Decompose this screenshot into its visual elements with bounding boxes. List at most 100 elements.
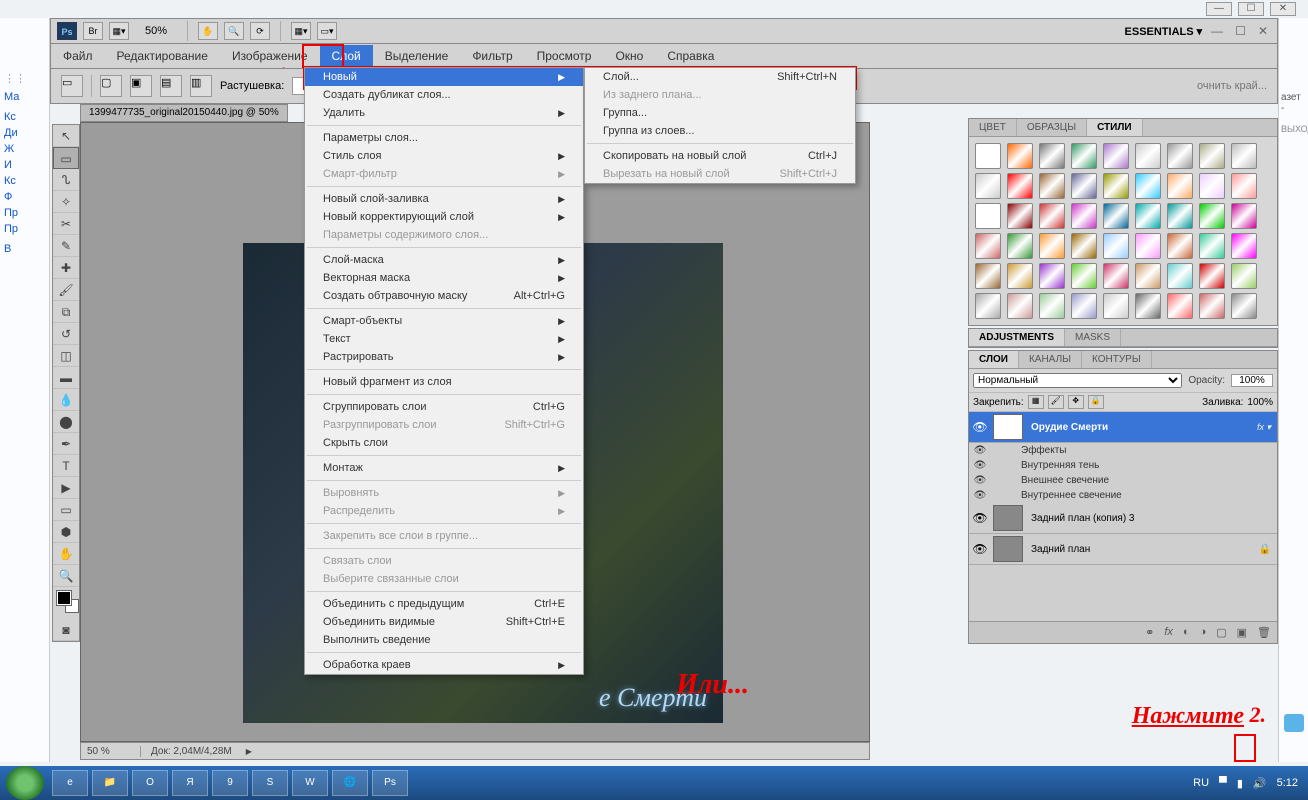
- menu-item[interactable]: Удалить▶: [305, 104, 583, 122]
- bridge-icon[interactable]: Br: [83, 22, 103, 40]
- panel-tab[interactable]: MASKS: [1065, 329, 1121, 346]
- style-swatch[interactable]: [1135, 203, 1161, 229]
- move-tool-icon[interactable]: ↖: [53, 125, 79, 147]
- taskbar-app[interactable]: 🌐: [332, 770, 368, 796]
- fill-value[interactable]: 100%: [1247, 397, 1273, 408]
- style-swatch[interactable]: [1007, 203, 1033, 229]
- zoom-tool-icon[interactable]: 🔍: [53, 565, 79, 587]
- style-swatch[interactable]: [1231, 173, 1257, 199]
- style-swatch[interactable]: [1103, 233, 1129, 259]
- style-swatch[interactable]: [1007, 143, 1033, 169]
- lock-all-icon[interactable]: 🔒: [1088, 395, 1104, 409]
- style-swatch[interactable]: [1199, 263, 1225, 289]
- selection-add-icon[interactable]: ▣: [130, 75, 152, 97]
- menu-item[interactable]: Скрыть слои: [305, 434, 583, 452]
- ps-close-icon[interactable]: ✕: [1255, 24, 1271, 38]
- status-zoom[interactable]: 50 %: [81, 746, 141, 757]
- menu-редактирование[interactable]: Редактирование: [105, 45, 220, 67]
- opacity-value[interactable]: 100%: [1231, 374, 1273, 387]
- zoom-tool-icon[interactable]: 🔍: [224, 22, 244, 40]
- lock-position-icon[interactable]: ✥: [1068, 395, 1084, 409]
- taskbar-app[interactable]: e: [52, 770, 88, 796]
- style-swatch[interactable]: [1167, 203, 1193, 229]
- document-tab[interactable]: 1399477735_original20150440.jpg @ 50%: [80, 104, 288, 122]
- ps-minimize-icon[interactable]: —: [1208, 24, 1226, 38]
- visibility-icon[interactable]: 👁: [969, 475, 991, 486]
- style-swatch[interactable]: [1071, 173, 1097, 199]
- selection-intersect-icon[interactable]: ▥: [190, 75, 212, 97]
- phone-icon[interactable]: [1284, 714, 1304, 732]
- hand-tool-icon[interactable]: ✋: [198, 22, 218, 40]
- hand-tool-icon[interactable]: ✋: [53, 543, 79, 565]
- menu-item[interactable]: Объединить с предыдущимCtrl+E: [305, 595, 583, 613]
- menu-item[interactable]: Растрировать▶: [305, 348, 583, 366]
- visibility-icon[interactable]: 👁: [969, 445, 991, 456]
- adjustment-layer-icon[interactable]: ◑: [1200, 626, 1207, 639]
- style-swatch[interactable]: [1135, 173, 1161, 199]
- menu-item[interactable]: Смарт-объекты▶: [305, 312, 583, 330]
- blend-mode-select[interactable]: Нормальный: [973, 373, 1182, 388]
- layer-group-icon[interactable]: ▢: [1216, 626, 1226, 639]
- style-swatch[interactable]: [975, 263, 1001, 289]
- brush-tool-icon[interactable]: 🖌: [53, 279, 79, 301]
- tray-flag-icon[interactable]: ▀: [1219, 777, 1227, 789]
- crop-tool-icon[interactable]: ✂: [53, 213, 79, 235]
- link-layers-icon[interactable]: ⚭: [1145, 626, 1154, 639]
- gradient-tool-icon[interactable]: ▬: [53, 367, 79, 389]
- style-swatch[interactable]: [975, 143, 1001, 169]
- shape-tool-icon[interactable]: ▭: [53, 499, 79, 521]
- eyedropper-tool-icon[interactable]: ✎: [53, 235, 79, 257]
- panel-tab[interactable]: ЦВЕТ: [969, 119, 1017, 136]
- style-swatch[interactable]: [975, 233, 1001, 259]
- selection-subtract-icon[interactable]: ▤: [160, 75, 182, 97]
- start-button[interactable]: [6, 766, 44, 800]
- lock-pixels-icon[interactable]: 🖌: [1048, 395, 1064, 409]
- visibility-icon[interactable]: 👁: [969, 460, 991, 471]
- submenu-item[interactable]: Слой...Shift+Ctrl+N: [585, 68, 855, 86]
- style-swatch[interactable]: [1071, 143, 1097, 169]
- style-swatch[interactable]: [1007, 233, 1033, 259]
- menu-item[interactable]: Обработка краев▶: [305, 656, 583, 674]
- ps-maximize-icon[interactable]: ☐: [1232, 24, 1249, 38]
- layer-effect[interactable]: 👁Эффекты: [969, 443, 1277, 458]
- menu-item[interactable]: Текст▶: [305, 330, 583, 348]
- refine-edge-button[interactable]: очнить край...: [1197, 80, 1267, 92]
- menu-справка[interactable]: Справка: [655, 45, 726, 67]
- style-swatch[interactable]: [975, 203, 1001, 229]
- panel-tab[interactable]: ADJUSTMENTS: [969, 329, 1065, 346]
- menu-файл[interactable]: Файл: [51, 45, 105, 67]
- style-swatch[interactable]: [1199, 173, 1225, 199]
- style-swatch[interactable]: [1103, 263, 1129, 289]
- lock-transparent-icon[interactable]: ▦: [1028, 395, 1044, 409]
- style-swatch[interactable]: [1199, 293, 1225, 319]
- style-swatch[interactable]: [1071, 293, 1097, 319]
- arrange-docs-button[interactable]: ▦▾: [291, 22, 311, 40]
- visibility-icon[interactable]: 👁: [969, 490, 991, 501]
- style-swatch[interactable]: [1199, 203, 1225, 229]
- panel-tab[interactable]: КАНАЛЫ: [1019, 351, 1082, 368]
- new-layer-icon[interactable]: ▣: [1237, 626, 1247, 639]
- zoom-indicator[interactable]: 50%: [135, 25, 177, 37]
- photoshop-app-icon[interactable]: Ps: [57, 22, 77, 40]
- menu-item[interactable]: Новый▶: [305, 68, 583, 86]
- selection-new-icon[interactable]: ▢: [100, 75, 122, 97]
- menu-item[interactable]: Сгруппировать слоиCtrl+G: [305, 398, 583, 416]
- tray-clock[interactable]: 5:12: [1277, 777, 1298, 789]
- menu-item[interactable]: Новый слой-заливка▶: [305, 190, 583, 208]
- style-swatch[interactable]: [1167, 143, 1193, 169]
- style-swatch[interactable]: [1039, 173, 1065, 199]
- menu-item[interactable]: Новый фрагмент из слоя: [305, 373, 583, 391]
- style-swatch[interactable]: [1231, 143, 1257, 169]
- style-swatch[interactable]: [1103, 173, 1129, 199]
- style-swatch[interactable]: [1135, 143, 1161, 169]
- taskbar-app[interactable]: 📁: [92, 770, 128, 796]
- screen-mode-button[interactable]: ▭▾: [317, 22, 337, 40]
- wand-tool-icon[interactable]: ✧: [53, 191, 79, 213]
- menu-выделение[interactable]: Выделение: [373, 45, 461, 67]
- history-brush-icon[interactable]: ↺: [53, 323, 79, 345]
- style-swatch[interactable]: [1071, 233, 1097, 259]
- style-swatch[interactable]: [1039, 263, 1065, 289]
- style-swatch[interactable]: [1071, 263, 1097, 289]
- menu-item[interactable]: Создать обтравочную маскуAlt+Ctrl+G: [305, 287, 583, 305]
- path-select-icon[interactable]: ▶: [53, 477, 79, 499]
